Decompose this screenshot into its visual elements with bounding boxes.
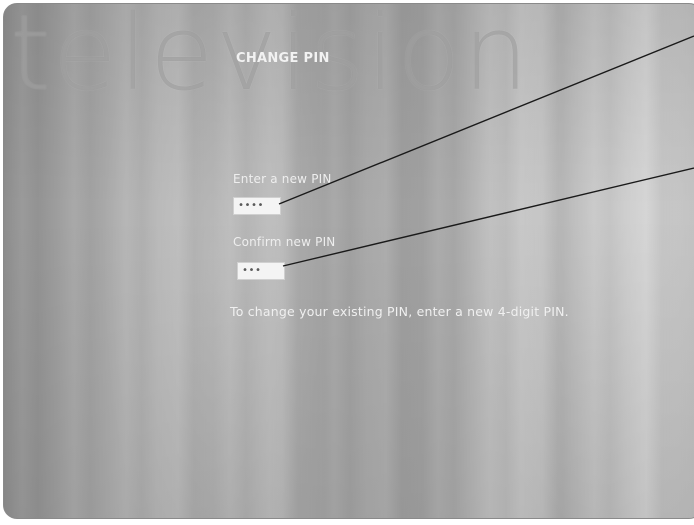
page-title: CHANGE PIN — [236, 51, 330, 66]
confirm-pin-field[interactable]: ••• — [237, 262, 285, 280]
confirm-pin-label: Confirm new PIN — [233, 235, 336, 249]
tv-screen: television CHANGE PIN Enter a new PIN ••… — [3, 3, 694, 519]
help-text: To change your existing PIN, enter a new… — [230, 304, 569, 319]
new-pin-field[interactable]: •••• — [233, 197, 281, 215]
new-pin-label: Enter a new PIN — [233, 172, 332, 186]
